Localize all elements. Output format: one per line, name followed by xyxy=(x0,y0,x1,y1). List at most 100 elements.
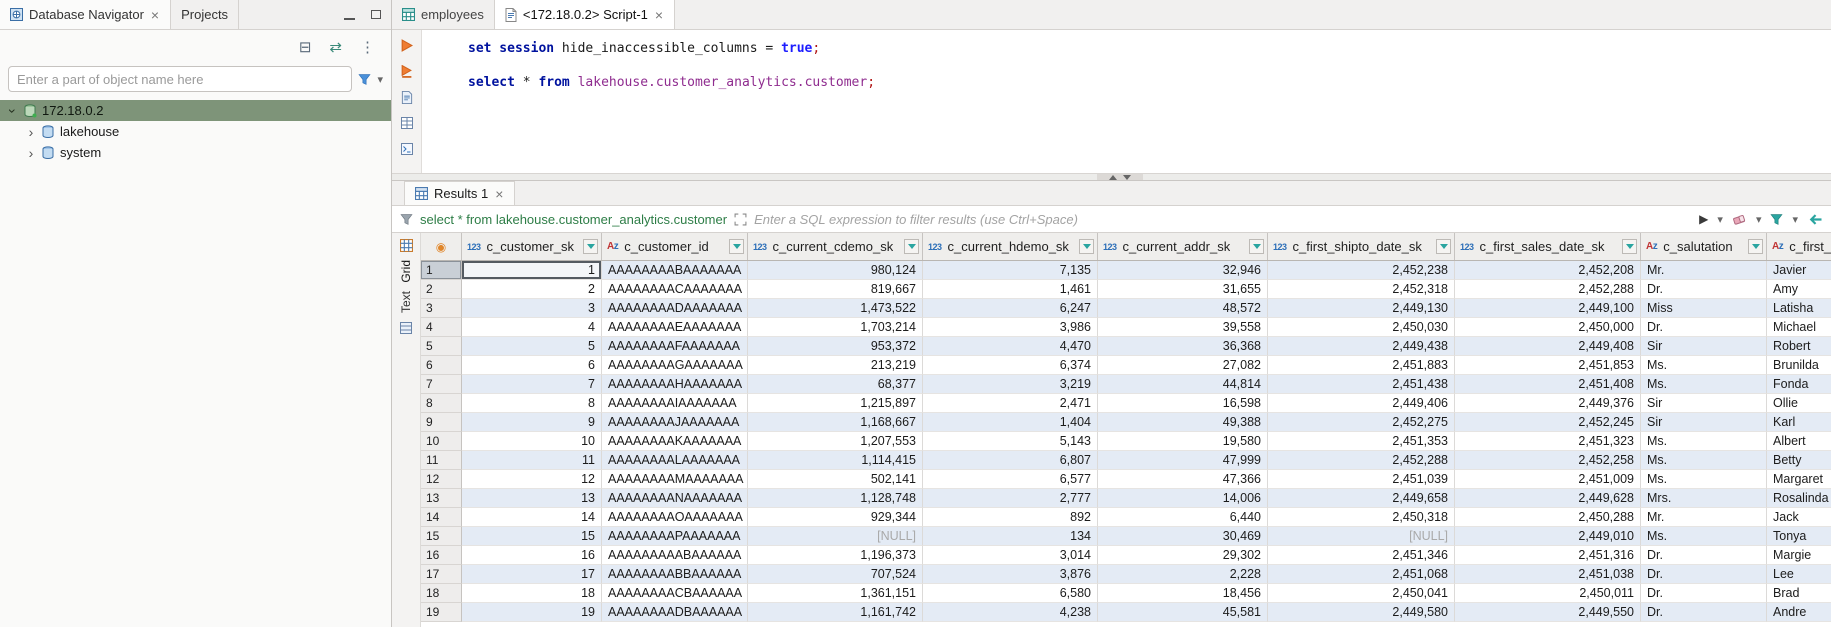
grid-cell-c_current_hdemo_sk[interactable]: 3,014 xyxy=(923,546,1098,565)
grid-cell-c_salutation[interactable]: Miss xyxy=(1641,299,1767,318)
grid-cell-c_first_sales_date_sk[interactable]: 2,449,376 xyxy=(1455,394,1641,413)
tree-item-system[interactable]: › system xyxy=(0,142,391,163)
grid-cell-c_current_cdemo_sk[interactable]: 819,667 xyxy=(748,280,923,299)
grid-cell-c_first_name[interactable]: Ollie xyxy=(1767,394,1831,413)
grid-cell-c_first_name[interactable]: Karl xyxy=(1767,413,1831,432)
grid-cell-c_customer_sk[interactable]: 2 xyxy=(462,280,602,299)
grid-cell-c_first_name[interactable]: Tonya xyxy=(1767,527,1831,546)
tab-database-navigator[interactable]: Database Navigator × xyxy=(0,0,171,29)
grid-cell-c_first_sales_date_sk[interactable]: 2,449,408 xyxy=(1455,337,1641,356)
grid-cell-c_current_cdemo_sk[interactable]: 1,703,214 xyxy=(748,318,923,337)
grid-cell-c_current_hdemo_sk[interactable]: 6,580 xyxy=(923,584,1098,603)
column-sort-dropdown[interactable] xyxy=(1748,239,1763,254)
minimize-icon[interactable] xyxy=(344,18,355,20)
grid-cell-c_first_name[interactable]: Margie xyxy=(1767,546,1831,565)
grid-cell-c_customer_id[interactable]: AAAAAAAAMAAAAAAA xyxy=(602,470,748,489)
grid-cell-c_current_hdemo_sk[interactable]: 1,461 xyxy=(923,280,1098,299)
grid-cell-c_current_addr_sk[interactable]: 47,999 xyxy=(1098,451,1268,470)
grid-cell-c_salutation[interactable]: Sir xyxy=(1641,413,1767,432)
grid-cell-c_current_addr_sk[interactable]: 27,082 xyxy=(1098,356,1268,375)
row-number[interactable]: 4 xyxy=(421,318,462,337)
tab-employees[interactable]: employees xyxy=(392,0,495,29)
grid-cell-c_salutation[interactable]: Ms. xyxy=(1641,527,1767,546)
grid-cell-c_first_shipto_date_sk[interactable]: 2,450,041 xyxy=(1268,584,1455,603)
grid-cell-c_current_hdemo_sk[interactable]: 892 xyxy=(923,508,1098,527)
grid-cell-c_current_hdemo_sk[interactable]: 6,247 xyxy=(923,299,1098,318)
grid-cell-c_customer_id[interactable]: AAAAAAAAEAAAAAAA xyxy=(602,318,748,337)
grid-cell-c_first_shipto_date_sk[interactable]: 2,451,039 xyxy=(1268,470,1455,489)
explain-plan-button[interactable] xyxy=(399,90,415,104)
grid-cell-c_first_sales_date_sk[interactable]: 2,452,245 xyxy=(1455,413,1641,432)
grid-cell-c_salutation[interactable]: Mr. xyxy=(1641,508,1767,527)
grid-cell-c_current_hdemo_sk[interactable]: 5,143 xyxy=(923,432,1098,451)
row-number[interactable]: 18 xyxy=(421,584,462,603)
grid-cell-c_customer_id[interactable]: AAAAAAAANAAAAAAA xyxy=(602,489,748,508)
grid-cell-c_first_shipto_date_sk[interactable]: 2,449,406 xyxy=(1268,394,1455,413)
grid-cell-c_first_name[interactable]: Rosalinda xyxy=(1767,489,1831,508)
output-console-button[interactable] xyxy=(399,142,415,156)
grid-cell-c_current_hdemo_sk[interactable]: 7,135 xyxy=(923,261,1098,280)
grid-cell-c_first_sales_date_sk[interactable]: 2,451,853 xyxy=(1455,356,1641,375)
grid-cell-c_salutation[interactable]: Ms. xyxy=(1641,470,1767,489)
grid-cell-c_current_cdemo_sk[interactable]: 1,215,897 xyxy=(748,394,923,413)
grid-cell-c_customer_id[interactable]: AAAAAAAAKAAAAAAA xyxy=(602,432,748,451)
grid-cell-c_customer_id[interactable]: AAAAAAAACAAAAAAA xyxy=(602,280,748,299)
column-sort-dropdown[interactable] xyxy=(729,239,744,254)
grid-cell-c_current_hdemo_sk[interactable]: 3,986 xyxy=(923,318,1098,337)
expander-icon[interactable]: › xyxy=(26,146,36,160)
script-grid-button[interactable] xyxy=(399,116,415,130)
eraser-icon[interactable] xyxy=(1732,213,1747,226)
expander-icon[interactable]: › xyxy=(26,125,36,139)
grid-cell-c_first_sales_date_sk[interactable]: 2,452,208 xyxy=(1455,261,1641,280)
expander-icon[interactable]: › xyxy=(6,106,20,116)
grid-cell-c_first_name[interactable]: Latisha xyxy=(1767,299,1831,318)
grid-cell-c_customer_sk[interactable]: 9 xyxy=(462,413,602,432)
grid-cell-c_first_sales_date_sk[interactable]: 2,451,009 xyxy=(1455,470,1641,489)
grid-cell-c_customer_id[interactable]: AAAAAAAAIAAAAAAA xyxy=(602,394,748,413)
tab-projects[interactable]: Projects xyxy=(171,0,239,29)
grid-cell-c_salutation[interactable]: Ms. xyxy=(1641,451,1767,470)
execute-script-button[interactable] xyxy=(399,64,415,78)
grid-cell-c_current_addr_sk[interactable]: 18,456 xyxy=(1098,584,1268,603)
grid-cell-c_customer_id[interactable]: AAAAAAAALAAAAAAA xyxy=(602,451,748,470)
row-number[interactable]: 3 xyxy=(421,299,462,318)
column-sort-dropdown[interactable] xyxy=(1249,239,1264,254)
row-number[interactable]: 5 xyxy=(421,337,462,356)
grid-cell-c_current_addr_sk[interactable]: 47,366 xyxy=(1098,470,1268,489)
column-header-c_first_sales_date_sk[interactable]: 123c_first_sales_date_sk xyxy=(1455,233,1641,260)
grid-cell-c_customer_id[interactable]: AAAAAAAAOAAAAAAA xyxy=(602,508,748,527)
grid-cell-c_first_shipto_date_sk[interactable]: 2,449,130 xyxy=(1268,299,1455,318)
grid-cell-c_current_hdemo_sk[interactable]: 4,238 xyxy=(923,603,1098,622)
grid-cell-c_current_addr_sk[interactable]: 16,598 xyxy=(1098,394,1268,413)
grid-cell-c_first_name[interactable]: Brad xyxy=(1767,584,1831,603)
row-number[interactable]: 17 xyxy=(421,565,462,584)
close-icon[interactable]: × xyxy=(494,187,504,201)
grid-cell-c_current_cdemo_sk[interactable]: [NULL] xyxy=(748,527,923,546)
grid-cell-c_customer_id[interactable]: AAAAAAAAFAAAAAAA xyxy=(602,337,748,356)
rail-tab-text[interactable]: Text xyxy=(399,291,413,313)
row-number[interactable]: 7 xyxy=(421,375,462,394)
grid-cell-c_first_sales_date_sk[interactable]: 2,450,011 xyxy=(1455,584,1641,603)
grid-cell-c_current_hdemo_sk[interactable]: 1,404 xyxy=(923,413,1098,432)
grid-cell-c_first_name[interactable]: Javier xyxy=(1767,261,1831,280)
grid-cell-c_first_shipto_date_sk[interactable]: 2,452,288 xyxy=(1268,451,1455,470)
grid-cell-c_customer_sk[interactable]: 19 xyxy=(462,603,602,622)
grid-cell-c_first_sales_date_sk[interactable]: 2,449,100 xyxy=(1455,299,1641,318)
grid-cell-c_salutation[interactable]: Dr. xyxy=(1641,603,1767,622)
grid-cell-c_current_addr_sk[interactable]: 39,558 xyxy=(1098,318,1268,337)
grid-cell-c_first_name[interactable]: Robert xyxy=(1767,337,1831,356)
row-number[interactable]: 14 xyxy=(421,508,462,527)
chevron-down-icon[interactable]: ▾ xyxy=(1792,213,1798,226)
record-view-icon[interactable] xyxy=(398,321,414,335)
grid-cell-c_first_sales_date_sk[interactable]: 2,451,038 xyxy=(1455,565,1641,584)
grid-cell-c_customer_id[interactable]: AAAAAAAABBAAAAAA xyxy=(602,565,748,584)
grid-cell-c_current_cdemo_sk[interactable]: 502,141 xyxy=(748,470,923,489)
grid-cell-c_first_sales_date_sk[interactable]: 2,452,258 xyxy=(1455,451,1641,470)
grid-cell-c_customer_sk[interactable]: 15 xyxy=(462,527,602,546)
column-header-c_first_shipto_date_sk[interactable]: 123c_first_shipto_date_sk xyxy=(1268,233,1455,260)
column-header-c_current_hdemo_sk[interactable]: 123c_current_hdemo_sk xyxy=(923,233,1098,260)
grid-cell-c_current_addr_sk[interactable]: 36,368 xyxy=(1098,337,1268,356)
grid-cell-c_current_hdemo_sk[interactable]: 6,374 xyxy=(923,356,1098,375)
tree-item-connection[interactable]: › 172.18.0.2 xyxy=(0,100,391,121)
back-arrow-icon[interactable] xyxy=(1807,213,1823,226)
